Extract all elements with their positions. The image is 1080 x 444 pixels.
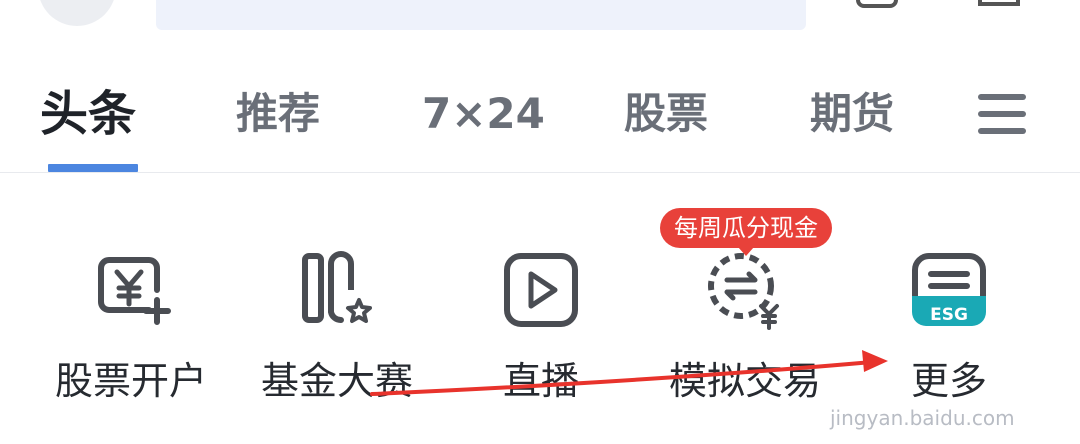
divider	[0, 172, 1080, 173]
message-icon[interactable]	[856, 0, 898, 8]
tab-futures[interactable]: 期货	[810, 84, 894, 144]
entry-label: 直播	[502, 359, 579, 403]
menu-icon[interactable]	[978, 94, 1026, 134]
entry-simulated-trading[interactable]: 模拟交易	[660, 250, 830, 410]
esg-label: ESG	[930, 305, 968, 325]
entry-label: 模拟交易	[668, 359, 821, 403]
promo-badge: 每周瓜分现金	[660, 208, 832, 256]
channel-tabs: 头条 推荐 7×24 股票 期货	[0, 60, 1080, 172]
simulated-trade-icon	[708, 253, 779, 330]
watermark-url: jingyan.baidu.com	[830, 406, 1015, 430]
entry-stock-account[interactable]: 股票开户	[46, 250, 216, 410]
entry-label: 股票开户	[54, 359, 207, 403]
yen-plus-icon	[98, 257, 171, 325]
avatar[interactable]	[38, 0, 116, 26]
tab-recommend[interactable]: 推荐	[236, 84, 320, 144]
entry-live[interactable]: 直播	[456, 250, 626, 410]
entry-fund-contest[interactable]: 基金大赛	[252, 250, 422, 410]
tab-headlines[interactable]: 头条	[40, 84, 136, 144]
calendar-icon[interactable]	[978, 0, 1020, 6]
esg-more-icon: ESG	[912, 253, 986, 326]
search-input[interactable]	[156, 0, 806, 30]
tab-7x24[interactable]: 7×24	[422, 84, 545, 144]
fund-contest-icon	[302, 251, 372, 323]
top-bar	[0, 0, 1080, 40]
baidu-watermark: jingyan.baidu.com	[826, 344, 1056, 434]
active-tab-indicator	[48, 164, 138, 172]
entry-label: 基金大赛	[260, 359, 413, 403]
play-icon	[504, 253, 578, 327]
tab-stocks[interactable]: 股票	[624, 84, 708, 144]
